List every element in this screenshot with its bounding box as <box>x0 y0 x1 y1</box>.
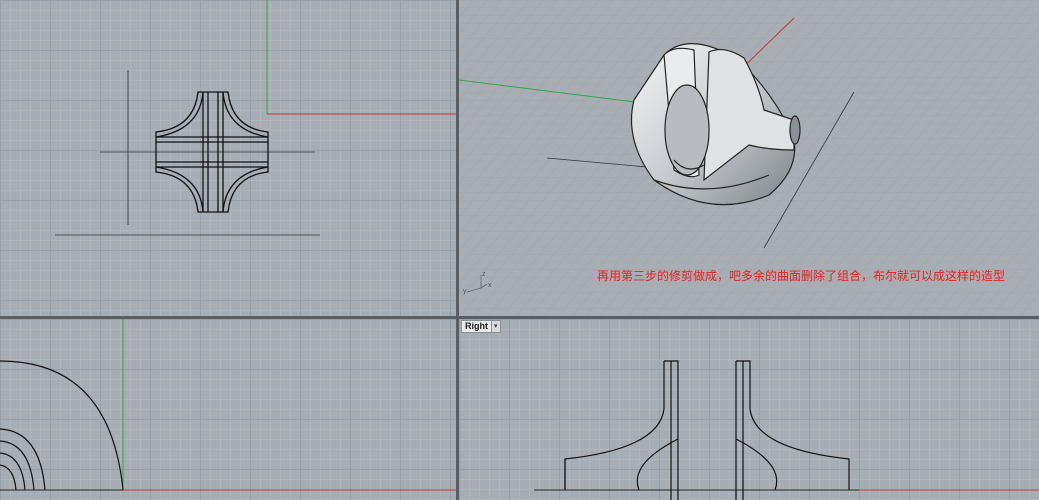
axis-widget-x: x <box>488 282 492 289</box>
top-viewport[interactable] <box>0 0 456 316</box>
axis-widget-z: z <box>482 271 486 278</box>
top-viewport-canvas <box>55 0 456 236</box>
sphere-section-front <box>0 360 124 491</box>
axis-widget-y: y <box>463 288 467 295</box>
viewport-label-right[interactable]: Right ▾ <box>461 320 501 333</box>
front-viewport-canvas <box>0 319 456 491</box>
viewport-title[interactable]: Right <box>461 320 492 333</box>
chevron-down-icon[interactable]: ▾ <box>492 320 501 333</box>
perspective-viewport[interactable]: z y x 再用第三步的修剪做成，吧多余的曲面删除了组合，布尔就可以成这样的造型 <box>459 0 1039 316</box>
right-viewport[interactable]: Right ▾ <box>459 319 1039 500</box>
cross-shape-right <box>564 360 850 500</box>
annotation-text: 再用第三步的修剪做成，吧多余的曲面删除了组合，布尔就可以成这样的造型 <box>597 269 1006 283</box>
front-viewport[interactable] <box>0 319 456 500</box>
right-viewport-canvas <box>534 360 1039 500</box>
